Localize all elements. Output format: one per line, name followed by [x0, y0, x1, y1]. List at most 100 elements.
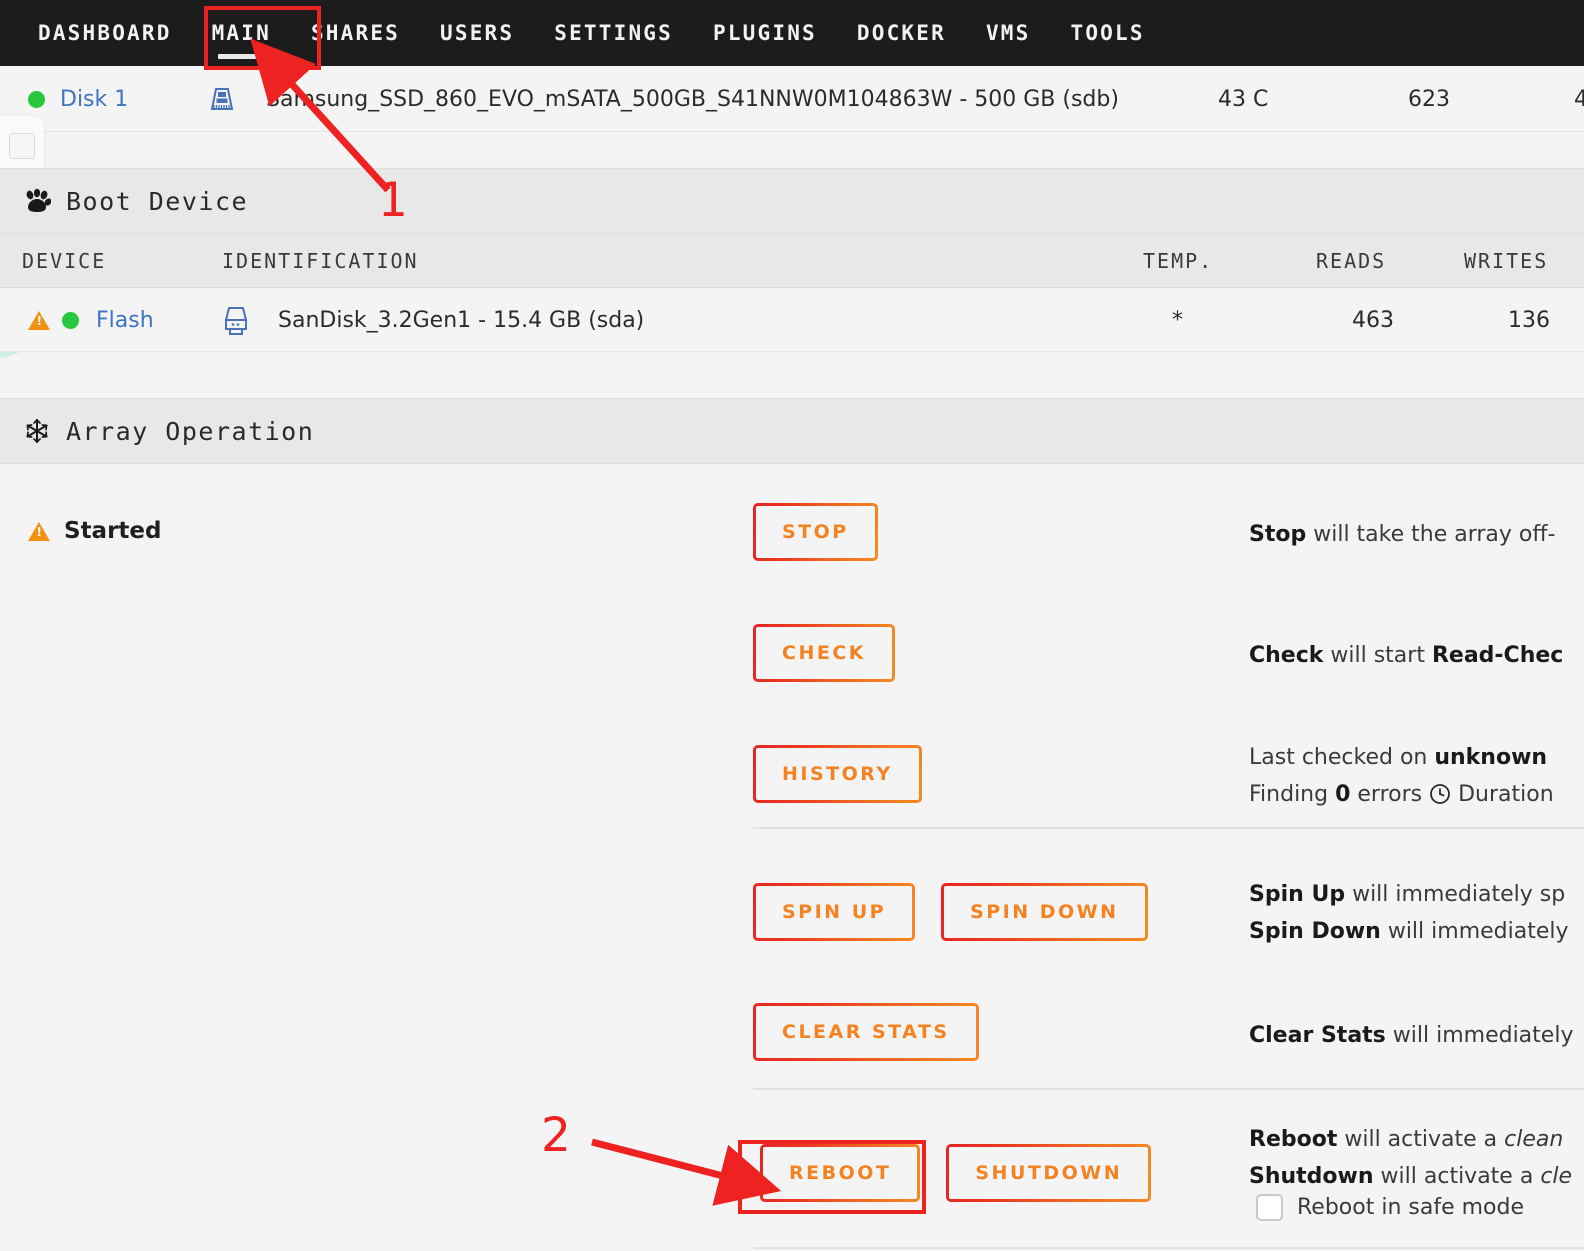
check-description-bold: Check [1249, 643, 1324, 668]
unraid-main-page: DASHBOARD MAIN SHARES USERS SETTINGS PLU… [0, 0, 1584, 1251]
clear-stats-description-bold: Clear Stats [1249, 1023, 1386, 1048]
column-header-reads: READS [1316, 249, 1387, 273]
nav-item-plugins[interactable]: PLUGINS [693, 15, 837, 51]
divider-after-clear-stats [753, 1088, 1584, 1090]
reboot-description-bold: Reboot [1249, 1127, 1338, 1152]
disk-temp-value: 43 C [1218, 86, 1269, 112]
annotation-highlight-main-tab [204, 6, 321, 70]
flash-status-cell [62, 288, 79, 352]
check-button-row: CHECK [753, 624, 895, 682]
array-status-text: Started [64, 518, 162, 544]
column-header-identification: IDENTIFICATION [222, 249, 419, 273]
warning-triangle-icon [28, 521, 50, 541]
history-last-checked-value: unknown [1434, 745, 1548, 770]
spin-up-description-rest: will immediately sp [1345, 882, 1566, 907]
annotation-highlight-reboot-button [738, 1140, 926, 1214]
nav-item-vms[interactable]: VMS [966, 15, 1051, 51]
flash-temp-value: * [1172, 307, 1183, 333]
disk-writes-value: 4 [1574, 86, 1584, 112]
disk-table-row: Disk 1 Samsung_SSD_860_EVO_mSATA_500GB_S… [0, 66, 1584, 132]
power-description: Reboot will activate a clean Shutdown wi… [1249, 1121, 1572, 1195]
disk-select-checkbox[interactable] [9, 133, 35, 159]
history-errors-line: Finding 0 errors Duration [1249, 776, 1554, 813]
history-last-checked-line: Last checked on unknown [1249, 739, 1554, 776]
flash-identification-text: SanDisk_3.2Gen1 - 15.4 GB (sda) [278, 307, 645, 333]
flash-reads-cell: 463 [1352, 288, 1394, 352]
annotation-number-2: 2 [541, 1108, 571, 1163]
clear-stats-button-row: CLEAR STATS [753, 1003, 979, 1061]
spin-down-button[interactable]: SPIN DOWN [941, 883, 1147, 941]
check-description-mid: will start [1323, 643, 1432, 668]
nav-item-tools[interactable]: TOOLS [1051, 15, 1165, 51]
flash-reads-value: 463 [1352, 307, 1394, 333]
nav-item-dashboard[interactable]: DASHBOARD [18, 15, 192, 51]
disk-temp-cell: 43 C [1218, 66, 1268, 132]
flash-writes-value: 136 [1508, 307, 1550, 333]
clear-stats-button[interactable]: CLEAR STATS [753, 1003, 979, 1061]
spin-up-description-line: Spin Up will immediately sp [1249, 876, 1569, 913]
disk-identification-cell: Samsung_SSD_860_EVO_mSATA_500GB_S41NNW0M… [266, 66, 1119, 132]
spin-up-button[interactable]: SPIN UP [753, 883, 915, 941]
spin-down-description-line: Spin Down will immediately [1249, 913, 1569, 950]
clear-stats-description: Clear Stats will immediately [1249, 1017, 1573, 1054]
boot-device-table-header: DEVICE IDENTIFICATION TEMP. READS WRITES [0, 234, 1584, 288]
disk-writes-cell: 4 [1574, 66, 1584, 132]
check-button[interactable]: CHECK [753, 624, 895, 682]
reboot-description-line: Reboot will activate a clean [1249, 1121, 1572, 1158]
shutdown-description-italic: cle [1540, 1164, 1573, 1189]
disk-reads-cell: 623 [1408, 66, 1450, 132]
column-header-device: DEVICE [22, 249, 107, 273]
array-operation-section-header: Array Operation [0, 398, 1584, 464]
safe-mode-option[interactable]: Reboot in safe mode [1256, 1194, 1524, 1221]
history-errors-mid: errors [1350, 782, 1430, 807]
status-dot-icon [28, 90, 45, 108]
array-operation-body: Started STOP Stop will take the array of… [0, 464, 1584, 1251]
stop-description-bold: Stop [1249, 522, 1307, 547]
stop-button-row: STOP [753, 503, 878, 561]
stop-button[interactable]: STOP [753, 503, 878, 561]
boot-device-section-header: Boot Device [0, 168, 1584, 234]
flash-name-cell: Flash [96, 288, 154, 352]
usb-flash-icon [220, 288, 252, 352]
reboot-safe-mode-checkbox[interactable] [1256, 1194, 1283, 1221]
nav-item-settings[interactable]: SETTINGS [534, 15, 693, 51]
flash-temp-cell: * [1172, 288, 1183, 352]
check-description-bold2: Read-Chec [1431, 643, 1564, 668]
nav-item-docker[interactable]: DOCKER [837, 15, 966, 51]
disk-selection-popup[interactable] [0, 116, 44, 176]
nav-item-users[interactable]: USERS [420, 15, 534, 51]
annotation-number-1: 1 [378, 173, 408, 228]
history-duration-text: Duration [1451, 782, 1554, 807]
snowflake-icon [20, 417, 54, 445]
ssd-icon [205, 66, 239, 132]
divider-after-history [753, 827, 1584, 829]
boot-device-table-row: Flash SanDisk_3.2Gen1 - 15.4 GB (sda) * … [0, 288, 1584, 352]
history-errors-pre: Finding [1249, 782, 1336, 807]
stop-description-rest: will take the array off- [1306, 522, 1556, 547]
boot-device-title: Boot Device [66, 186, 249, 216]
spin-up-description-bold: Spin Up [1249, 882, 1346, 907]
spin-down-description-rest: will immediately [1380, 919, 1569, 944]
flash-device-link[interactable]: Flash [96, 308, 154, 333]
flash-writes-cell: 136 [1508, 288, 1550, 352]
history-description: Last checked on unknown Finding 0 errors… [1249, 739, 1554, 813]
shutdown-button[interactable]: SHUTDOWN [946, 1144, 1151, 1202]
divider-bottom [753, 1247, 1584, 1249]
shutdown-description-line: Shutdown will activate a cle [1249, 1158, 1572, 1195]
stop-description: Stop will take the array off- [1249, 516, 1555, 553]
disk-reads-value: 623 [1408, 86, 1450, 112]
disk-identification-text: Samsung_SSD_860_EVO_mSATA_500GB_S41NNW0M… [266, 86, 1119, 112]
status-dot-icon [62, 311, 79, 329]
shutdown-description-mid: will activate a [1373, 1164, 1541, 1189]
history-button-row: HISTORY [753, 745, 922, 803]
spin-down-description-bold: Spin Down [1249, 919, 1381, 944]
history-button[interactable]: HISTORY [753, 745, 922, 803]
check-description: Check will start Read-Chec [1249, 637, 1563, 674]
reboot-safe-mode-label: Reboot in safe mode [1297, 1195, 1524, 1220]
column-header-writes: WRITES [1464, 249, 1549, 273]
flash-identification-cell: SanDisk_3.2Gen1 - 15.4 GB (sda) [278, 288, 644, 352]
spin-button-row: SPIN UP SPIN DOWN [753, 883, 1148, 941]
column-header-temp: TEMP. [1143, 249, 1214, 273]
clear-stats-description-rest: will immediately [1385, 1023, 1574, 1048]
disk-1-link[interactable]: Disk 1 [60, 87, 128, 112]
